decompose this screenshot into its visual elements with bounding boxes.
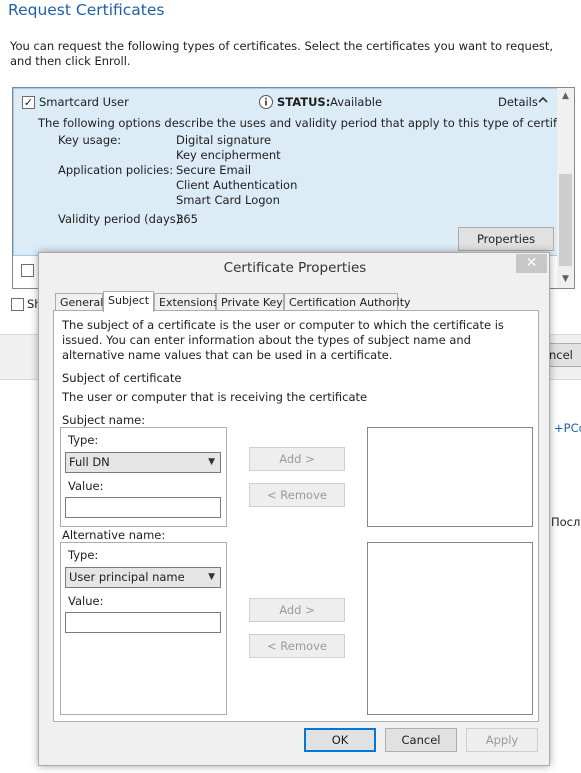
right-text-partial: После [551,515,581,529]
right-link-partial: +PCo [554,421,581,435]
details-link[interactable]: Details [498,95,538,109]
apply-button[interactable]: Apply [466,728,538,752]
subject-of-certificate-desc: The user or computer that is receiving t… [62,390,368,404]
certificate-list-scrollbar[interactable]: ▲ ▼ [557,88,574,288]
alternative-name-label: Alternative name: [62,528,166,542]
status-label: STATUS: [277,95,331,109]
subject-value-input[interactable] [65,497,221,518]
application-policy-value: Secure Email [176,163,252,177]
alternative-type-select[interactable]: User principal name ▼ [65,567,221,588]
cancel-button-partial[interactable]: ncel [545,343,581,367]
subject-add-button[interactable]: Add > [249,447,345,471]
close-icon[interactable]: ✕ [516,254,547,273]
certificate-name: Smartcard User [39,95,129,109]
smartcard-user-checkbox[interactable]: ✓ [22,96,35,109]
status-value: Available [330,95,383,109]
scroll-up-arrow-icon[interactable]: ▲ [557,88,574,105]
subject-remove-button[interactable]: < Remove [249,483,345,507]
subject-name-label: Subject name: [62,413,146,427]
validity-period-value: 365 [176,212,198,226]
key-usage-value: Key encipherment [176,148,281,162]
show-all-checkbox[interactable] [11,298,24,311]
ok-button[interactable]: OK [304,728,376,752]
alternative-value-label: Value: [68,594,104,608]
properties-button[interactable]: Properties [458,227,554,251]
chevron-up-icon[interactable] [538,94,548,106]
chevron-down-icon: ▼ [208,457,215,467]
validity-period-label: Validity period (days): [58,212,185,226]
application-policies-label: Application policies: [58,163,174,177]
alternative-remove-button[interactable]: < Remove [249,634,345,658]
subject-value-label: Value: [68,479,104,493]
alternative-type-value: User principal name [69,570,185,584]
certificate-item-smartcard-user[interactable]: ✓ Smartcard User STATUS: Available Detai… [13,88,574,256]
dialog-title: Certificate Properties [223,260,367,276]
certificate-properties-dialog: Certificate Properties ✕ General Subject… [38,252,550,766]
key-usage-value: Digital signature [176,133,272,147]
key-usage-label: Key usage: [58,133,122,147]
second-certificate-checkbox[interactable] [21,264,34,277]
wizard-title: Request Certificates [8,1,165,19]
tab-subject[interactable]: Subject [103,291,154,312]
options-intro: The following options describe the uses … [38,116,575,130]
wizard-description: You can request the following types of c… [10,39,554,68]
subject-type-label: Type: [68,433,99,447]
alternative-value-input[interactable] [65,612,221,633]
application-policy-value: Client Authentication [176,178,298,192]
application-policy-value: Smart Card Logon [176,193,280,207]
subject-name-group: Type: Full DN ▼ Value: [60,427,227,527]
info-icon [258,94,274,110]
cancel-button[interactable]: Cancel [385,728,457,752]
subject-values-list[interactable] [367,427,533,527]
subject-type-select[interactable]: Full DN ▼ [65,452,221,473]
chevron-down-icon: ▼ [208,572,215,582]
scroll-thumb[interactable] [559,174,572,266]
alternative-type-label: Type: [68,548,99,562]
subject-tab-panel: The subject of a certificate is the user… [53,310,539,722]
subject-of-certificate-heading: Subject of certificate [62,371,182,385]
alternative-name-group: Type: User principal name ▼ Value: [60,542,227,715]
subject-intro: The subject of a certificate is the user… [62,318,504,362]
subject-type-value: Full DN [69,455,110,469]
scroll-down-arrow-icon[interactable]: ▼ [557,271,574,288]
alternative-values-list[interactable] [367,542,533,715]
alternative-add-button[interactable]: Add > [249,598,345,622]
